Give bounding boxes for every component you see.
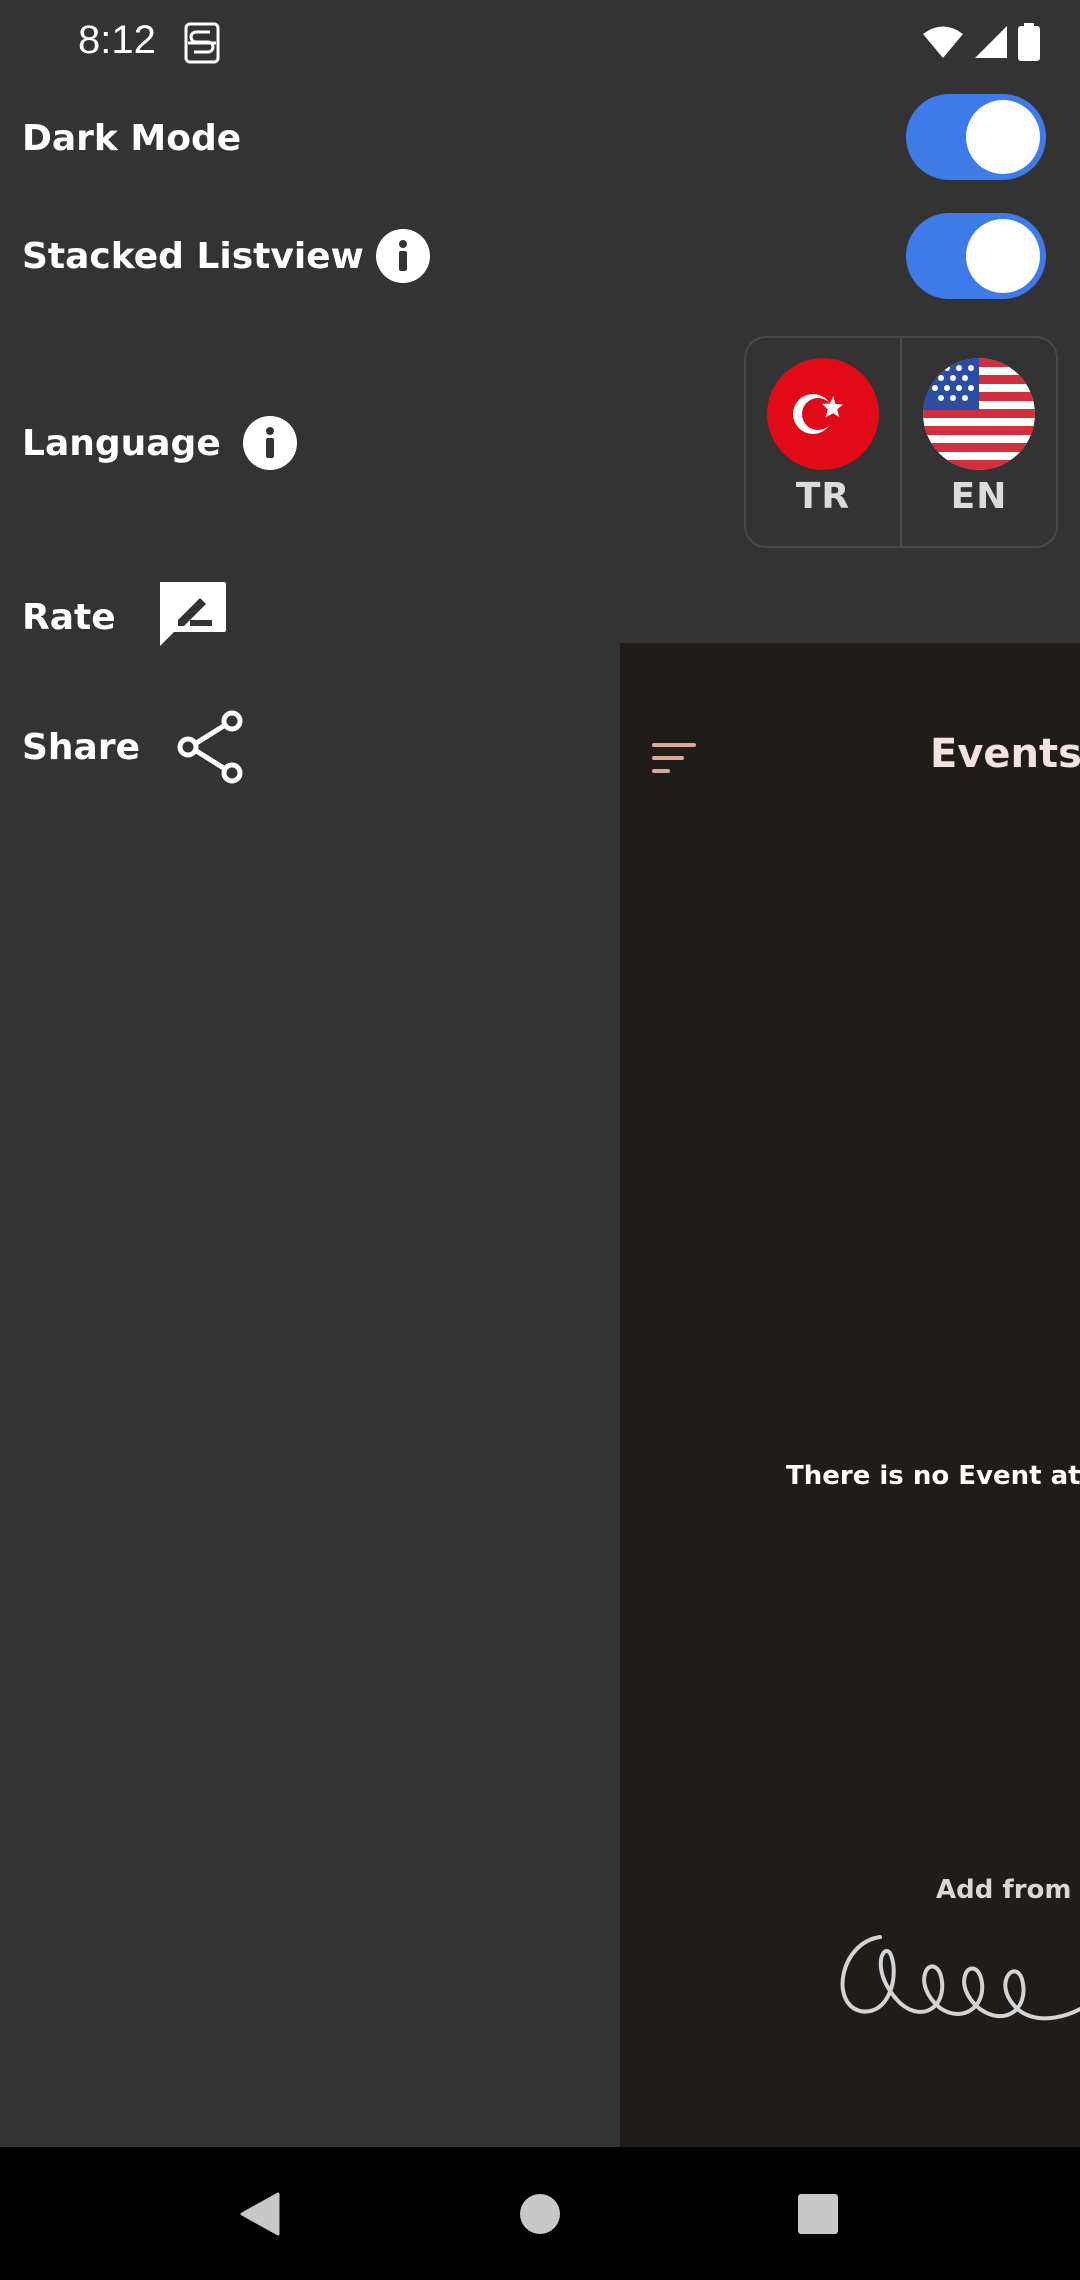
- stacked-listview-toggle[interactable]: [906, 213, 1046, 299]
- stacked-listview-label: Stacked Listview: [22, 235, 364, 277]
- language-row: Language: [22, 415, 221, 471]
- signal-icon: [975, 26, 1007, 58]
- language-label: Language: [22, 422, 221, 464]
- loop-doodle-icon: [840, 1935, 1080, 2021]
- stacked-listview-row: Stacked Listview: [22, 228, 364, 284]
- language-code-tr: TR: [795, 476, 851, 517]
- home-icon: [520, 2193, 560, 2234]
- nav-home-button[interactable]: [480, 2147, 600, 2280]
- status-bar: 8:12: [0, 0, 1080, 86]
- back-icon: [240, 2192, 280, 2235]
- language-code-en: EN: [950, 476, 1008, 517]
- dark-mode-row: Dark Mode: [22, 110, 241, 166]
- rate-label: Rate: [22, 596, 116, 638]
- sort-menu-icon[interactable]: [650, 739, 698, 779]
- rate-row[interactable]: Rate: [22, 582, 116, 652]
- navigation-bar: [0, 2147, 1080, 2280]
- toggle-knob: [966, 219, 1040, 293]
- share-label: Share: [22, 726, 141, 768]
- turkey-flag-icon: [767, 358, 879, 470]
- dark-mode-toggle[interactable]: [906, 94, 1046, 180]
- dark-mode-label: Dark Mode: [22, 117, 242, 159]
- info-icon[interactable]: [375, 228, 431, 284]
- language-selector: TR EN: [744, 336, 1058, 548]
- main-content-panel[interactable]: Events There is no Event at th Add from …: [620, 643, 1080, 2147]
- language-option-en[interactable]: EN: [900, 338, 1056, 546]
- recents-icon: [798, 2193, 838, 2234]
- toggle-knob: [966, 100, 1040, 174]
- nav-back-button[interactable]: [200, 2147, 320, 2280]
- share-row[interactable]: Share: [22, 715, 140, 779]
- share-icon[interactable]: [176, 710, 246, 784]
- wifi-icon: [923, 26, 963, 58]
- battery-icon: [1018, 23, 1040, 61]
- nav-recents-button[interactable]: [758, 2147, 878, 2280]
- status-time: 8:12: [78, 18, 156, 62]
- add-hint-text: Add from h: [936, 1875, 1080, 1905]
- info-icon[interactable]: [242, 415, 298, 471]
- usa-flag-icon: [923, 358, 1035, 470]
- empty-state-message: There is no Event at th: [786, 1461, 1080, 1491]
- s-badge-icon: [184, 22, 220, 64]
- rate-review-icon[interactable]: [156, 580, 228, 650]
- page-title: Events: [930, 731, 1080, 777]
- language-option-tr[interactable]: TR: [746, 338, 900, 546]
